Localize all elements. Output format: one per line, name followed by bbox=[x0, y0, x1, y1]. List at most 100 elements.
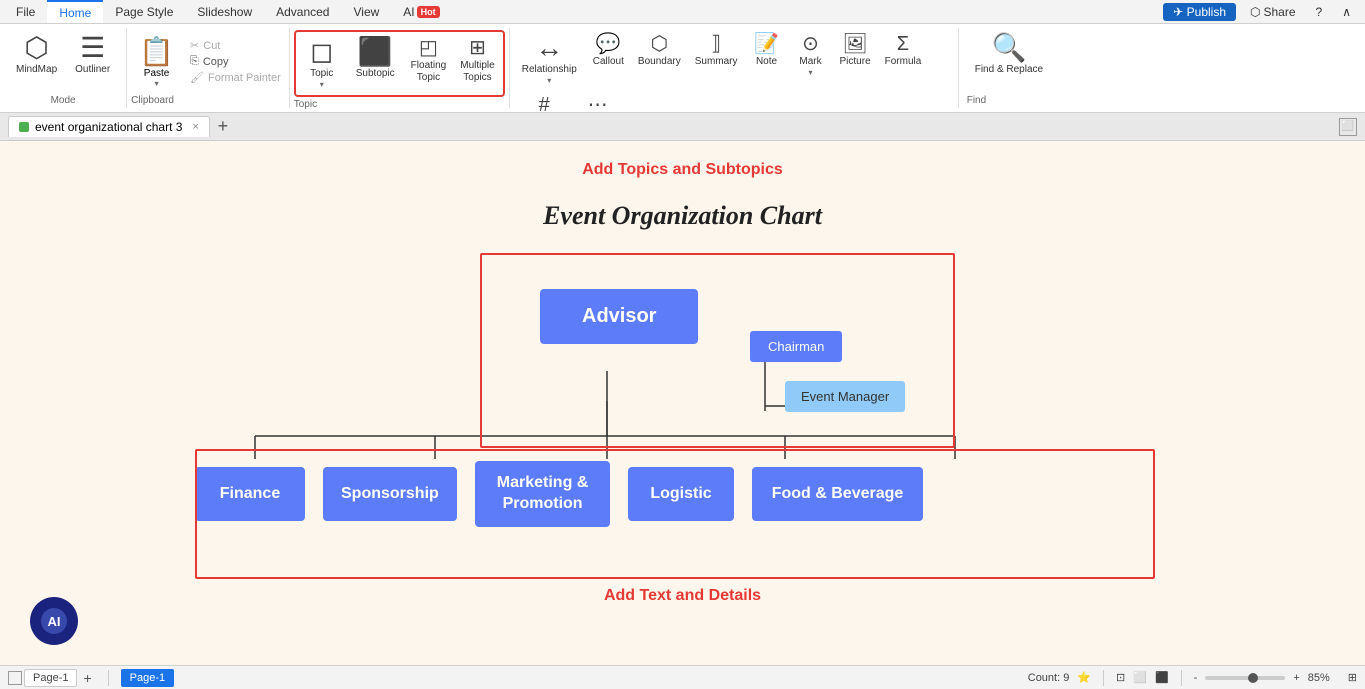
fit-all-icon[interactable]: ⊞ bbox=[1348, 671, 1357, 684]
formula-icon: Σ bbox=[897, 34, 909, 54]
copy-button[interactable]: ⎘ Copy bbox=[186, 54, 285, 69]
clipboard-group: 📋 Paste ▾ ✂ Cut ⎘ Copy 🖌 Format P bbox=[127, 28, 290, 108]
zoom-slider[interactable] bbox=[1205, 676, 1285, 680]
cut-button[interactable]: ✂ Cut bbox=[186, 38, 285, 53]
tab-view[interactable]: View bbox=[341, 0, 391, 23]
add-page-button[interactable]: + bbox=[79, 670, 95, 686]
chart-title: Event Organization Chart bbox=[543, 201, 822, 231]
mode-group: ⬡ MindMap ☰ Outliner Mode bbox=[0, 28, 127, 108]
help-button[interactable]: ? bbox=[1310, 3, 1329, 21]
relationship-chevron: ▾ bbox=[547, 76, 551, 85]
advisor-node[interactable]: Advisor bbox=[540, 289, 698, 344]
boundary-button[interactable]: ⬡ Boundary bbox=[632, 30, 687, 72]
floating-topic-button[interactable]: ◰ FloatingTopic bbox=[405, 34, 453, 88]
actual-size-icon[interactable]: ⬜ bbox=[1133, 671, 1147, 684]
mark-chevron: ▾ bbox=[809, 68, 813, 77]
tab-ai[interactable]: AI Hot bbox=[391, 0, 451, 23]
multiple-topics-button[interactable]: ⊞ MultipleTopics bbox=[454, 34, 500, 88]
page-icon[interactable] bbox=[8, 671, 22, 685]
note-icon: 📝 bbox=[754, 34, 779, 54]
paste-icon: 📋 bbox=[139, 35, 174, 68]
tab-label: event organizational chart 3 bbox=[35, 120, 182, 134]
tab-page-style[interactable]: Page Style bbox=[103, 0, 185, 23]
outliner-icon: ☰ bbox=[80, 34, 105, 62]
topic-group: ◻ Topic ▾ ⬛ Subtopic ◰ FloatingTopic ⊞ M… bbox=[290, 28, 510, 108]
find-icon: 🔍 bbox=[991, 34, 1026, 62]
window-controls[interactable]: ⬜ bbox=[1339, 118, 1357, 136]
topic-icon: ◻ bbox=[310, 38, 333, 66]
event-manager-node[interactable]: Event Manager bbox=[785, 381, 905, 412]
count-label: Count: 9 bbox=[1028, 672, 1070, 684]
hot-badge: Hot bbox=[417, 6, 440, 18]
boundary-icon: ⬡ bbox=[651, 34, 668, 54]
zoom-level: 85% bbox=[1308, 672, 1340, 684]
find-replace-button[interactable]: 🔍 Find & Replace bbox=[967, 30, 1051, 80]
doc-icon bbox=[19, 122, 29, 132]
mindmap-button[interactable]: ⬡ MindMap bbox=[8, 30, 65, 93]
ai-icon: AI bbox=[40, 607, 68, 635]
share-icon: ⬡ bbox=[1250, 5, 1260, 19]
sponsorship-node[interactable]: Sponsorship bbox=[323, 467, 457, 521]
bottom-nodes-row: Finance Sponsorship Marketing &Promotion… bbox=[195, 461, 923, 527]
relationship-icon: ↔ bbox=[535, 34, 563, 62]
formula-button[interactable]: Σ Formula bbox=[879, 30, 928, 72]
clipboard-group-label: Clipboard bbox=[131, 93, 174, 106]
paste-button[interactable]: 📋 Paste ▾ bbox=[131, 31, 182, 92]
callout-button[interactable]: 💬 Callout bbox=[587, 30, 630, 72]
picture-icon: 🖼 bbox=[842, 34, 867, 54]
food-beverage-node[interactable]: Food & Beverage bbox=[752, 467, 924, 521]
subtopic-icon: ⬛ bbox=[358, 38, 393, 66]
find-group: 🔍 Find & Replace Find bbox=[959, 28, 1059, 108]
red-box-top bbox=[480, 253, 955, 448]
subtopic-button[interactable]: ⬛ Subtopic bbox=[348, 34, 403, 84]
logistic-node[interactable]: Logistic bbox=[628, 467, 733, 521]
summary-button[interactable]: ⟧ Summary bbox=[689, 30, 744, 72]
publish-button[interactable]: ✈ Publish bbox=[1163, 3, 1236, 21]
topic-button[interactable]: ◻ Topic ▾ bbox=[298, 34, 346, 93]
fit-icon[interactable]: ⊡ bbox=[1116, 671, 1125, 684]
callout-icon: 💬 bbox=[596, 34, 621, 54]
zoom-out-button[interactable]: - bbox=[1194, 672, 1198, 684]
collapse-button[interactable]: ∧ bbox=[1336, 3, 1357, 21]
topic-group-label: Topic bbox=[294, 97, 505, 110]
summary-icon: ⟧ bbox=[711, 34, 721, 54]
main-canvas: Add Topics and Subtopics Event Organizat… bbox=[0, 141, 1365, 665]
marketing-node[interactable]: Marketing &Promotion bbox=[475, 461, 611, 527]
chairman-node[interactable]: Chairman bbox=[750, 331, 842, 362]
document-tab[interactable]: event organizational chart 3 × bbox=[8, 116, 210, 137]
add-tab-button[interactable]: + bbox=[212, 116, 234, 138]
fullscreen-icon[interactable]: ⬛ bbox=[1155, 671, 1169, 684]
publish-icon: ✈ bbox=[1173, 5, 1183, 19]
tab-close-button[interactable]: × bbox=[192, 121, 198, 133]
topic-chevron: ▾ bbox=[320, 80, 324, 89]
format-painter-button[interactable]: 🖌 Format Painter bbox=[186, 70, 285, 85]
floating-topic-icon: ◰ bbox=[419, 38, 438, 58]
more-icon: ⋯ bbox=[588, 95, 608, 115]
finance-node[interactable]: Finance bbox=[195, 467, 305, 521]
tab-slideshow[interactable]: Slideshow bbox=[185, 0, 264, 23]
paste-chevron: ▾ bbox=[155, 79, 159, 88]
multiple-topics-icon: ⊞ bbox=[469, 38, 486, 58]
zoom-in-button[interactable]: + bbox=[1293, 672, 1299, 684]
status-bar: Page-1 + Page-1 Count: 9 ⭐ ⊡ ⬜ ⬛ - + 85%… bbox=[0, 665, 1365, 689]
relationship-button[interactable]: ↔ Relationship ▾ bbox=[514, 30, 585, 89]
tab-bar: event organizational chart 3 × + ⬜ bbox=[0, 113, 1365, 141]
tab-home[interactable]: Home bbox=[47, 0, 103, 23]
tab-file[interactable]: File bbox=[4, 0, 47, 23]
outliner-button[interactable]: ☰ Outliner bbox=[67, 30, 118, 93]
instruction-top: Add Topics and Subtopics bbox=[582, 161, 783, 179]
mark-icon: ⊙ bbox=[802, 34, 819, 54]
note-button[interactable]: 📝 Note bbox=[746, 30, 788, 72]
zoom-thumb bbox=[1248, 673, 1258, 683]
ai-bubble-button[interactable]: AI bbox=[30, 597, 78, 645]
mode-group-label: Mode bbox=[51, 93, 76, 106]
star-icon: ⭐ bbox=[1077, 671, 1091, 684]
share-button[interactable]: ⬡ Share bbox=[1244, 3, 1302, 21]
picture-button[interactable]: 🖼 Picture bbox=[834, 30, 877, 72]
page-1-tab[interactable]: Page-1 bbox=[24, 669, 77, 687]
tab-advanced[interactable]: Advanced bbox=[264, 0, 341, 23]
svg-text:AI: AI bbox=[48, 614, 61, 629]
copy-icon: ⎘ bbox=[190, 55, 199, 68]
active-page-tab[interactable]: Page-1 bbox=[121, 669, 174, 687]
mark-button[interactable]: ⊙ Mark ▾ bbox=[790, 30, 832, 81]
